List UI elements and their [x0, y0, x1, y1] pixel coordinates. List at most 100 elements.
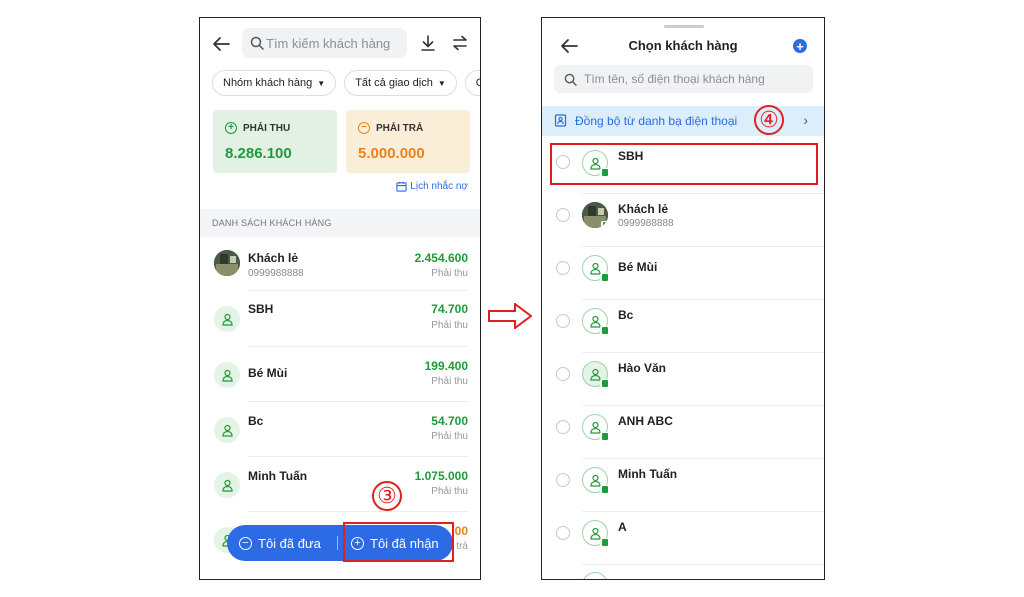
- person-icon: [214, 306, 240, 332]
- add-customer-button[interactable]: +: [793, 39, 807, 53]
- customer-name: SBH: [248, 302, 274, 316]
- sync-label: Đồng bộ từ danh bạ điện thoại: [575, 114, 738, 128]
- phone-badge-icon: [600, 432, 609, 441]
- customer-name: Bc: [248, 414, 264, 428]
- filter-transactions[interactable]: Tất cả giao dịch ▼: [344, 70, 457, 96]
- customer-phone: 0999988888: [248, 268, 304, 279]
- customer-status: Phải thu: [431, 268, 468, 279]
- filter-customer-group[interactable]: Nhóm khách hàng ▼: [212, 70, 337, 96]
- customer-row[interactable]: Bé Mùi 199.400 Phải thu: [200, 346, 480, 401]
- customer-amount: 74.700: [431, 302, 468, 316]
- customer-status: trả: [456, 541, 468, 552]
- select-radio[interactable]: [556, 261, 570, 275]
- contact-book-icon: [554, 114, 567, 127]
- select-radio[interactable]: [556, 420, 570, 434]
- filter-chips: Nhóm khách hàng▼ Tất cả giao dịch▼ Gi: [212, 70, 480, 100]
- payable-label: PHẢI TRẢ: [376, 122, 424, 134]
- list-item[interactable]: A: [542, 511, 824, 564]
- list-item[interactable]: Khách lẻ 0999988888: [542, 193, 824, 246]
- customer-amount: 54.700: [431, 414, 468, 428]
- minus-circle-icon: −: [239, 536, 252, 550]
- customer-amount: 00: [454, 524, 468, 538]
- flow-arrow-icon: [488, 303, 532, 329]
- customer-status: Phải thu: [431, 431, 468, 442]
- divider: [337, 536, 338, 550]
- search-input[interactable]: Tìm tên, số điện thoại khách hàng: [554, 65, 813, 93]
- back-arrow-icon[interactable]: [210, 33, 232, 55]
- person-icon: [582, 520, 609, 547]
- calendar-icon: [396, 181, 407, 192]
- customer-amount: 199.400: [424, 359, 468, 373]
- phone-badge-icon: [601, 221, 608, 228]
- customer-row[interactable]: Bc 54.700 Phải thu: [200, 401, 480, 456]
- list-item[interactable]: Hào Văn: [542, 352, 824, 405]
- phone-badge-icon: [600, 485, 609, 494]
- customer-status: Phải thu: [431, 376, 468, 387]
- step-3-badge: ③: [372, 481, 402, 511]
- i-gave-button[interactable]: − Tôi đã đưa: [239, 525, 321, 561]
- caret-down-icon: ▼: [437, 78, 446, 88]
- list-item[interactable]: Bc: [542, 299, 824, 352]
- customer-name: Bc: [618, 308, 634, 322]
- filter-more[interactable]: Gi: [464, 70, 480, 96]
- list-item[interactable]: Bé Mùi: [542, 246, 824, 299]
- person-icon: [582, 467, 609, 494]
- search-placeholder: Tìm kiếm khách hàng: [266, 35, 391, 51]
- phone-badge-icon: [600, 273, 609, 282]
- customer-status: Phải thu: [431, 486, 468, 497]
- select-radio[interactable]: [556, 208, 570, 222]
- customer-debt-screen: Tìm kiếm khách hàng Nhóm khách hàng ▼ Tất…: [199, 17, 481, 580]
- plus-circle-icon: +: [225, 122, 237, 134]
- person-icon: [582, 572, 608, 579]
- customer-name: Khách lẻ: [248, 251, 299, 265]
- receivable-amount: 8.286.100: [225, 145, 292, 162]
- highlight-box-sbh: [550, 143, 818, 185]
- list-item[interactable]: Minh Tuấn: [542, 458, 824, 511]
- person-icon: [582, 361, 609, 388]
- customer-name: Bé Mùi: [248, 366, 288, 380]
- select-radio[interactable]: [556, 473, 570, 487]
- select-customer-screen: Chọn khách hàng + Tìm tên, số điện thoại…: [541, 17, 825, 580]
- person-icon: [582, 255, 609, 282]
- customer-phone: 0999988888: [618, 218, 674, 229]
- person-icon: [214, 362, 240, 388]
- avatar: [582, 202, 608, 228]
- receivable-label: PHẢI THU: [243, 122, 291, 134]
- drag-handle[interactable]: [664, 25, 704, 28]
- receivable-card[interactable]: + PHẢI THU 8.286.100: [213, 110, 337, 173]
- customer-list-header: DANH SÁCH KHÁCH HÀNG: [200, 209, 480, 237]
- customer-row[interactable]: SBH 74.700 Phải thu: [200, 290, 480, 345]
- debt-reminder-link[interactable]: Lịch nhắc nợ: [396, 181, 468, 192]
- minus-circle-icon: −: [358, 122, 370, 134]
- customer-status: Phải thu: [431, 320, 468, 331]
- customer-row[interactable]: Khách lẻ 0999988888 2.454.600 Phải thu: [200, 240, 480, 295]
- search-icon: [564, 73, 577, 86]
- highlight-box-received: [343, 522, 454, 562]
- select-radio[interactable]: [556, 526, 570, 540]
- download-icon[interactable]: [418, 33, 438, 53]
- customer-row[interactable]: Minh Tuấn 1.075.000 Phải thu: [200, 456, 480, 511]
- top-bar: Tìm kiếm khách hàng: [200, 18, 480, 70]
- customer-name: Hào Văn: [618, 361, 667, 375]
- chevron-right-icon: ›: [803, 112, 808, 128]
- search-icon: [250, 36, 264, 50]
- customer-amount: 1.075.000: [414, 469, 468, 483]
- payable-amount: 5.000.000: [358, 145, 425, 162]
- customer-name: Khách lẻ: [618, 202, 669, 216]
- payable-card[interactable]: − PHẢI TRẢ 5.000.000: [346, 110, 470, 173]
- select-radio[interactable]: [556, 367, 570, 381]
- sort-icon[interactable]: [450, 33, 470, 53]
- customer-name: ANH ABC: [618, 414, 673, 428]
- customer-name: Minh Tuấn: [248, 469, 308, 483]
- caret-down-icon: ▼: [317, 78, 326, 88]
- list-item[interactable]: [542, 564, 824, 579]
- customer-amount: 2.454.600: [414, 251, 468, 265]
- select-radio[interactable]: [556, 314, 570, 328]
- person-icon: [214, 417, 240, 443]
- avatar: [214, 250, 240, 276]
- search-input[interactable]: Tìm kiếm khách hàng: [242, 28, 407, 58]
- step-4-badge: ④: [754, 105, 784, 135]
- phone-badge-icon: [600, 538, 609, 547]
- page-title: Chọn khách hàng: [628, 38, 738, 53]
- list-item[interactable]: ANH ABC: [542, 405, 824, 458]
